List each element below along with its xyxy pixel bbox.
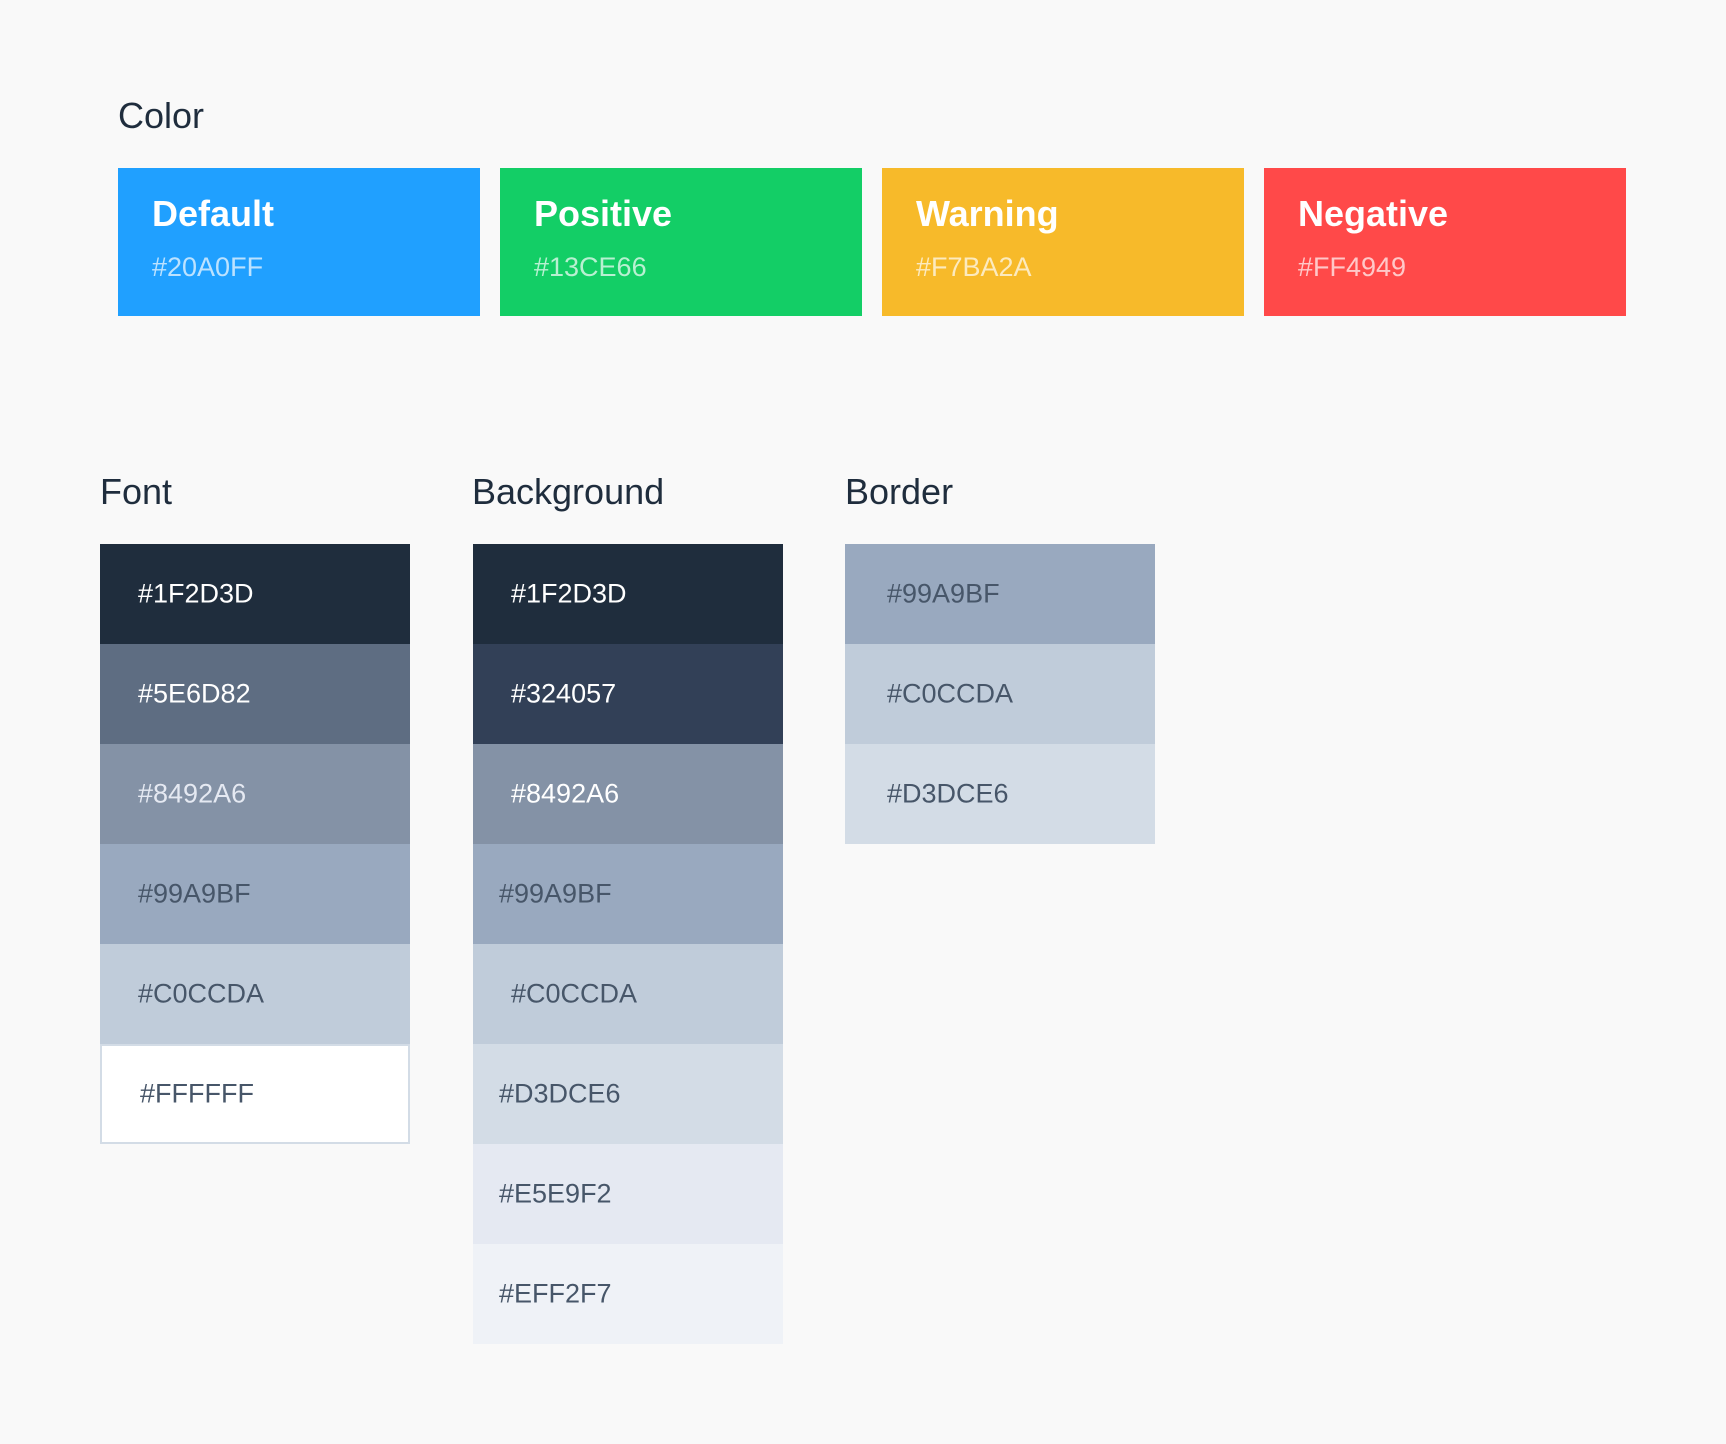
swatch-hex: #8492A6: [138, 778, 247, 809]
border-swatch: #C0CCDA: [845, 644, 1155, 744]
color-card-negative: Negative #FF4949: [1264, 168, 1626, 316]
font-swatch: #C0CCDA: [100, 944, 410, 1044]
background-swatch-list: #1F2D3D #324057 #8492A6 #99A9BF #C0CCDA #D3DC…: [473, 544, 783, 1344]
color-card-name: Default: [152, 193, 275, 234]
font-swatch-list: #1F2D3D #5E6D82 #8492A6 #99A9BF #C0CCDA #FFFF…: [100, 544, 410, 1144]
font-swatch: #5E6D82: [100, 644, 410, 744]
background-swatch: #1F2D3D: [473, 544, 783, 644]
background-swatch: #C0CCDA: [473, 944, 783, 1044]
swatch-hex: #C0CCDA: [138, 978, 265, 1009]
color-card-default: Default #20A0FF: [118, 168, 480, 316]
font-swatch: #1F2D3D: [100, 544, 410, 644]
swatch-hex: #D3DCE6: [499, 1078, 621, 1109]
color-card-positive: Positive #13CE66: [500, 168, 862, 316]
background-swatch: #E5E9F2: [473, 1144, 783, 1244]
border-swatch: #99A9BF: [845, 544, 1155, 644]
color-card-name: Warning: [916, 193, 1059, 234]
swatch-hex: #D3DCE6: [887, 778, 1009, 809]
color-card-hex: #20A0FF: [152, 252, 264, 282]
swatch-hex: #FFFFFF: [140, 1078, 254, 1109]
border-section-title: Border: [845, 471, 954, 512]
color-card-hex: #FF4949: [1298, 252, 1407, 282]
background-swatch: #324057: [473, 644, 783, 744]
font-swatch: #99A9BF: [100, 844, 410, 944]
swatch-hex: #324057: [511, 678, 617, 709]
color-card-warning: Warning #F7BA2A: [882, 168, 1244, 316]
swatch-hex: #C0CCDA: [887, 678, 1014, 709]
swatch-hex: #EFF2F7: [499, 1278, 612, 1309]
background-swatch: #D3DCE6: [473, 1044, 783, 1144]
background-section-title: Background: [472, 471, 665, 512]
swatch-hex: #E5E9F2: [499, 1178, 612, 1209]
color-card-name: Positive: [534, 193, 673, 234]
font-swatch: #8492A6: [100, 744, 410, 844]
background-swatch: #8492A6: [473, 744, 783, 844]
background-swatch: #99A9BF: [473, 844, 783, 944]
color-card-hex: #F7BA2A: [916, 252, 1032, 282]
swatch-hex: #1F2D3D: [511, 578, 627, 609]
border-swatch: #D3DCE6: [845, 744, 1155, 844]
color-card-hex: #13CE66: [534, 252, 647, 282]
swatch-hex: #5E6D82: [138, 678, 251, 709]
swatch-hex: #99A9BF: [887, 578, 1000, 609]
swatch-hex: #99A9BF: [499, 878, 612, 909]
color-card-name: Negative: [1298, 193, 1449, 234]
font-section-title: Font: [100, 471, 173, 512]
swatch-hex: #99A9BF: [138, 878, 251, 909]
border-swatch-list: #99A9BF #C0CCDA #D3DCE6: [845, 544, 1155, 844]
swatch-hex: #1F2D3D: [138, 578, 254, 609]
swatch-hex: #8492A6: [511, 778, 620, 809]
color-section-title: Color: [118, 95, 205, 136]
swatch-hex: #C0CCDA: [511, 978, 638, 1009]
background-swatch: #EFF2F7: [473, 1244, 783, 1344]
font-swatch: #FFFFFF: [100, 1044, 410, 1144]
